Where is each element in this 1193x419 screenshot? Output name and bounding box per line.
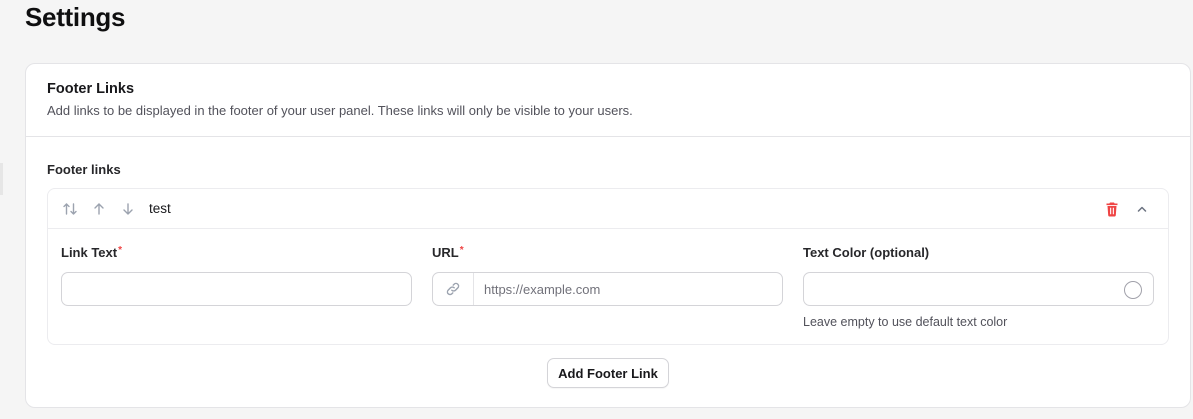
item-actions xyxy=(1104,201,1154,217)
url-field: URL* xyxy=(432,245,783,329)
reorder-icon[interactable] xyxy=(62,201,78,217)
repeater-item-header: test xyxy=(48,189,1168,229)
url-label-text: URL xyxy=(432,245,459,260)
link-text-input-wrapper xyxy=(61,272,412,306)
text-color-hint: Leave empty to use default text color xyxy=(803,315,1008,329)
add-footer-link-button[interactable]: Add Footer Link xyxy=(547,358,669,388)
arrow-up-icon[interactable] xyxy=(91,201,107,217)
section-header: Footer Links Add links to be displayed i… xyxy=(26,64,1190,137)
sidebar-edge xyxy=(0,163,3,195)
page-title: Settings xyxy=(25,2,126,32)
chevron-up-icon[interactable] xyxy=(1134,201,1150,217)
url-input-wrapper xyxy=(432,272,783,306)
section-body: Footer links test Link Text* URL* https:… xyxy=(26,137,1190,388)
section-description: Add links to be displayed in the footer … xyxy=(47,103,633,118)
url-label: URL* xyxy=(432,245,783,263)
link-text-input[interactable] xyxy=(62,273,411,305)
link-text-label-text: Link Text xyxy=(61,245,118,260)
url-input[interactable] xyxy=(474,273,782,305)
link-text-label: Link Text* xyxy=(61,245,412,263)
repeater-item-fields: Link Text* URL* https://example.com Text… xyxy=(48,229,1168,329)
link-text-field: Link Text* xyxy=(61,245,412,329)
repeater-item-label: test xyxy=(149,201,171,216)
required-mark: * xyxy=(118,245,123,256)
text-color-label: Text Color (optional) xyxy=(803,245,930,260)
trash-icon[interactable] xyxy=(1104,201,1120,217)
section-title: Footer Links xyxy=(47,81,135,97)
required-mark: * xyxy=(459,245,464,256)
arrow-down-icon[interactable] xyxy=(120,201,136,217)
repeater-item: test Link Text* URL* https://example.com… xyxy=(47,188,1169,345)
link-icon xyxy=(433,273,474,305)
text-color-field: Text Color (optional) Leave empty to use… xyxy=(803,245,1154,329)
footer-links-card: Footer Links Add links to be displayed i… xyxy=(25,63,1191,408)
repeater-label: Footer links xyxy=(47,162,121,177)
text-color-input-wrapper xyxy=(803,272,1154,306)
color-swatch[interactable] xyxy=(1124,281,1142,299)
text-color-input[interactable] xyxy=(804,273,1153,305)
